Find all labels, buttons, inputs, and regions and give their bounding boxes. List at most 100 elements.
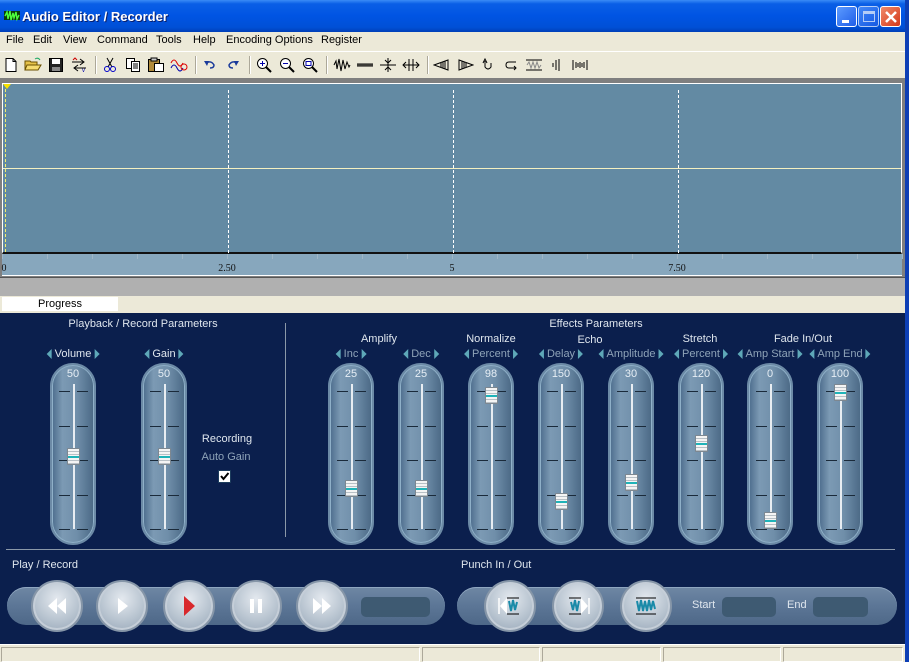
punch-start-field[interactable] bbox=[722, 597, 776, 617]
maximize-button[interactable] bbox=[858, 6, 879, 27]
slider-track[interactable] bbox=[840, 384, 842, 529]
slider-notch bbox=[425, 391, 436, 392]
slider-thumb[interactable] bbox=[415, 480, 428, 497]
fast-forward-button[interactable] bbox=[296, 580, 348, 632]
decrease-arrow-icon[interactable] bbox=[674, 349, 680, 359]
decrease-arrow-icon[interactable] bbox=[144, 349, 150, 359]
increase-arrow-icon[interactable] bbox=[658, 349, 664, 359]
new-file-button[interactable] bbox=[1, 55, 21, 75]
slider-thumb[interactable] bbox=[764, 512, 777, 529]
slider-thumb[interactable] bbox=[158, 448, 171, 465]
increase-arrow-icon[interactable] bbox=[94, 349, 100, 359]
undo-button[interactable] bbox=[200, 55, 220, 75]
menu-file[interactable]: File bbox=[6, 34, 24, 46]
slider-track[interactable] bbox=[631, 384, 633, 529]
slider-thumb[interactable] bbox=[695, 435, 708, 453]
paste-button[interactable] bbox=[146, 55, 166, 75]
slider-gain[interactable]: 50 bbox=[141, 363, 187, 545]
zoom-fit-button[interactable] bbox=[300, 55, 320, 75]
trim-button[interactable] bbox=[570, 55, 590, 75]
slider-thumb[interactable] bbox=[555, 492, 568, 510]
waveform-scroll-band[interactable] bbox=[0, 277, 905, 296]
increase-arrow-icon[interactable] bbox=[797, 349, 803, 359]
zoom-in-button[interactable] bbox=[254, 55, 274, 75]
copy-button[interactable] bbox=[123, 55, 143, 75]
cut-button[interactable] bbox=[100, 55, 120, 75]
convert-button[interactable]: v bbox=[69, 55, 89, 75]
slider-thumb[interactable] bbox=[345, 480, 358, 497]
decrease-arrow-icon[interactable] bbox=[335, 349, 341, 359]
menu-encoding-options[interactable]: Encoding Options bbox=[226, 34, 313, 46]
slider-dec[interactable]: 25 bbox=[398, 363, 444, 545]
pause-button[interactable] bbox=[230, 580, 282, 632]
menu-command[interactable]: Command bbox=[97, 34, 148, 46]
increase-arrow-icon[interactable] bbox=[512, 349, 518, 359]
slider-track[interactable] bbox=[770, 384, 772, 529]
slider-track[interactable] bbox=[491, 384, 493, 529]
reverse-button[interactable] bbox=[478, 55, 498, 75]
slider-thumb[interactable] bbox=[485, 386, 498, 404]
increase-arrow-icon[interactable] bbox=[178, 349, 184, 359]
record-button[interactable] bbox=[163, 580, 215, 632]
time-ruler[interactable]: 0 2.50 5 7.50 bbox=[2, 254, 903, 276]
slider-amp-end[interactable]: 100 bbox=[817, 363, 863, 545]
loop-button[interactable] bbox=[501, 55, 521, 75]
decrease-arrow-icon[interactable] bbox=[737, 349, 743, 359]
slider-thumb[interactable] bbox=[67, 448, 80, 465]
slider-percent[interactable]: 120 bbox=[678, 363, 724, 545]
save-button[interactable] bbox=[46, 55, 66, 75]
slider-volume[interactable]: 50 bbox=[50, 363, 96, 545]
fade-out-button[interactable] bbox=[432, 55, 452, 75]
contract-button[interactable] bbox=[378, 55, 398, 75]
silence-button[interactable] bbox=[355, 55, 375, 75]
slider-track[interactable] bbox=[351, 384, 353, 529]
menu-view[interactable]: View bbox=[63, 34, 87, 46]
slider-delay[interactable]: 150 bbox=[538, 363, 584, 545]
waveform-canvas[interactable] bbox=[2, 83, 902, 254]
slider-track[interactable] bbox=[421, 384, 423, 529]
punch-out-button[interactable] bbox=[552, 580, 604, 632]
insert-button[interactable] bbox=[547, 55, 567, 75]
punch-in-button[interactable] bbox=[484, 580, 536, 632]
redo-button[interactable] bbox=[223, 55, 243, 75]
noise-button[interactable] bbox=[524, 55, 544, 75]
waveform-area[interactable]: 0 2.50 5 7.50 bbox=[0, 78, 905, 296]
slider-amp-start[interactable]: 0 bbox=[747, 363, 793, 545]
fade-in-button[interactable] bbox=[455, 55, 475, 75]
punch-region-button[interactable] bbox=[620, 580, 672, 632]
decrease-arrow-icon[interactable] bbox=[464, 349, 470, 359]
expand-button[interactable] bbox=[401, 55, 421, 75]
decrease-arrow-icon[interactable] bbox=[46, 349, 52, 359]
menu-register[interactable]: Register bbox=[321, 34, 362, 46]
zoom-out-button[interactable] bbox=[277, 55, 297, 75]
decrease-arrow-icon[interactable] bbox=[809, 349, 815, 359]
increase-arrow-icon[interactable] bbox=[361, 349, 367, 359]
increase-arrow-icon[interactable] bbox=[578, 349, 584, 359]
slider-thumb[interactable] bbox=[625, 473, 638, 491]
decrease-arrow-icon[interactable] bbox=[598, 349, 604, 359]
increase-arrow-icon[interactable] bbox=[865, 349, 871, 359]
title-bar[interactable]: Audio Editor / Recorder bbox=[0, 0, 905, 32]
mix-paste-button[interactable] bbox=[169, 55, 189, 75]
rewind-button[interactable] bbox=[31, 580, 83, 632]
close-button[interactable] bbox=[880, 6, 901, 27]
slider-percent[interactable]: 98 bbox=[468, 363, 514, 545]
time-gridline bbox=[678, 90, 679, 253]
slider-track[interactable] bbox=[701, 384, 703, 529]
auto-gain-checkbox[interactable] bbox=[218, 470, 231, 483]
menu-help[interactable]: Help bbox=[193, 34, 216, 46]
menu-edit[interactable]: Edit bbox=[33, 34, 52, 46]
waveform-button[interactable] bbox=[332, 55, 352, 75]
open-button[interactable] bbox=[23, 55, 43, 75]
punch-end-field[interactable] bbox=[813, 597, 868, 617]
increase-arrow-icon[interactable] bbox=[433, 349, 439, 359]
slider-inc[interactable]: 25 bbox=[328, 363, 374, 545]
menu-tools[interactable]: Tools bbox=[156, 34, 182, 46]
increase-arrow-icon[interactable] bbox=[722, 349, 728, 359]
slider-thumb[interactable] bbox=[834, 384, 847, 401]
decrease-arrow-icon[interactable] bbox=[403, 349, 409, 359]
slider-amplitude[interactable]: 30 bbox=[608, 363, 654, 545]
decrease-arrow-icon[interactable] bbox=[538, 349, 544, 359]
minimize-button[interactable] bbox=[836, 6, 857, 27]
play-button[interactable] bbox=[96, 580, 148, 632]
